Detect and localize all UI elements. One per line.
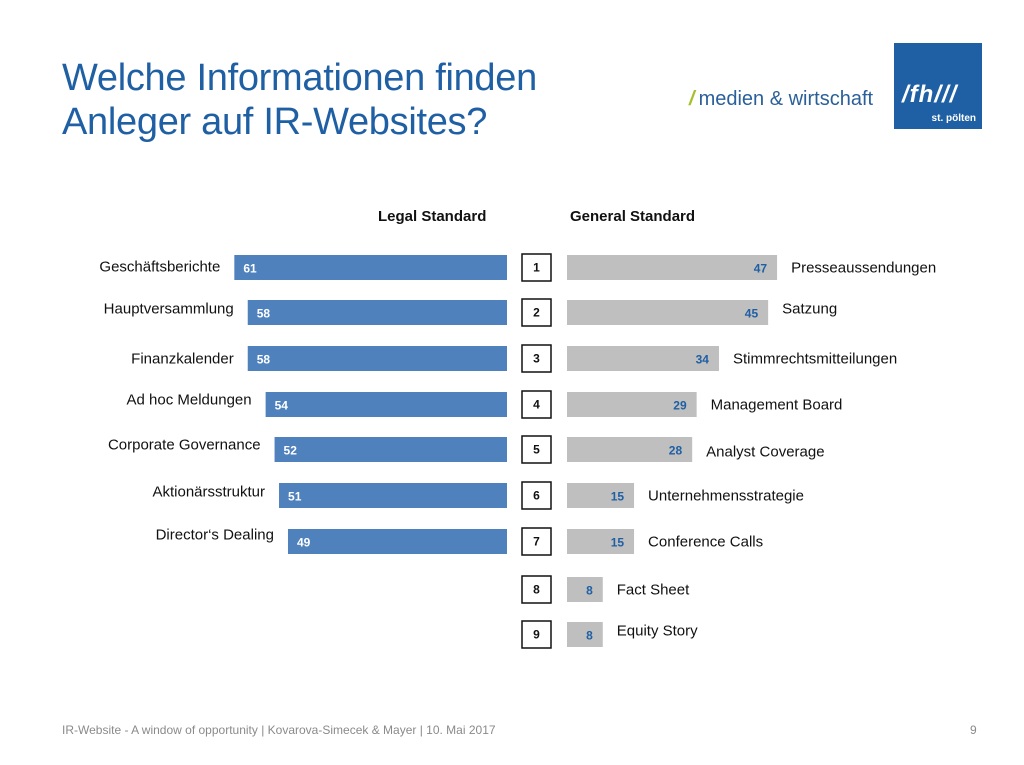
legal-bar (274, 437, 507, 462)
general-category-label: Conference Calls (648, 534, 763, 551)
legal-bar (234, 255, 507, 280)
legal-bar-value: 61 (243, 262, 257, 276)
legal-bar (247, 300, 508, 325)
rank-number: 7 (533, 535, 540, 549)
general-bar-value: 15 (611, 490, 625, 504)
rank-number: 9 (533, 628, 540, 642)
legal-category-label: Geschäftsberichte (99, 259, 220, 276)
legal-bar-value: 54 (275, 399, 289, 413)
rank-number: 3 (533, 352, 540, 366)
rank-number: 6 (533, 489, 540, 503)
legal-category-label: Finanzkalender (131, 351, 234, 368)
rank-number: 4 (533, 398, 540, 412)
legal-category-label: Ad hoc Meldungen (127, 392, 252, 409)
general-bar-value: 34 (696, 353, 710, 367)
general-category-label: Presseaussendungen (791, 260, 936, 277)
general-category-label: Stimmrechtsmitteilungen (733, 351, 897, 368)
general-bar (567, 577, 603, 602)
general-bar (567, 622, 603, 647)
general-category-label: Satzung (782, 301, 837, 318)
general-bar-value: 29 (673, 399, 687, 413)
general-category-label: Equity Story (617, 623, 698, 640)
legal-bar-value: 51 (288, 490, 302, 504)
legal-bar (287, 529, 507, 554)
legal-bar-value: 49 (297, 536, 311, 550)
rank-number: 8 (533, 583, 540, 597)
general-category-label: Analyst Coverage (706, 444, 824, 461)
general-bar-value: 8 (586, 629, 593, 643)
rank-number: 5 (533, 443, 540, 457)
legal-bar (265, 392, 507, 417)
legal-bar (247, 346, 508, 371)
general-category-label: Unternehmensstrategie (648, 488, 804, 505)
legal-bar-value: 52 (284, 444, 298, 458)
page-number: 9 (970, 723, 977, 737)
general-category-label: Fact Sheet (617, 582, 690, 599)
general-bar (567, 300, 769, 325)
rank-number: 2 (533, 306, 540, 320)
rank-number: 1 (533, 261, 540, 275)
legal-category-label: Aktionärsstruktur (152, 484, 265, 501)
legal-category-label: Director‘s Dealing (156, 527, 274, 544)
legal-bar (279, 483, 507, 508)
legal-category-label: Corporate Governance (108, 437, 261, 454)
general-bar-value: 28 (669, 444, 683, 458)
general-bar-value: 45 (745, 307, 759, 321)
legal-bar-value: 58 (257, 307, 271, 321)
general-bar-value: 15 (611, 536, 625, 550)
legal-bar-value: 58 (257, 353, 271, 367)
legal-category-label: Hauptversammlung (104, 301, 234, 318)
general-category-label: Management Board (711, 397, 843, 414)
footer-text: IR-Website - A window of opportunity | K… (62, 723, 496, 737)
general-bar-value: 8 (586, 584, 593, 598)
butterfly-bar-chart: 61Geschäftsberichte58Hauptversammlung58F… (99, 253, 936, 649)
general-bar (567, 255, 778, 280)
general-bar-value: 47 (754, 262, 768, 276)
